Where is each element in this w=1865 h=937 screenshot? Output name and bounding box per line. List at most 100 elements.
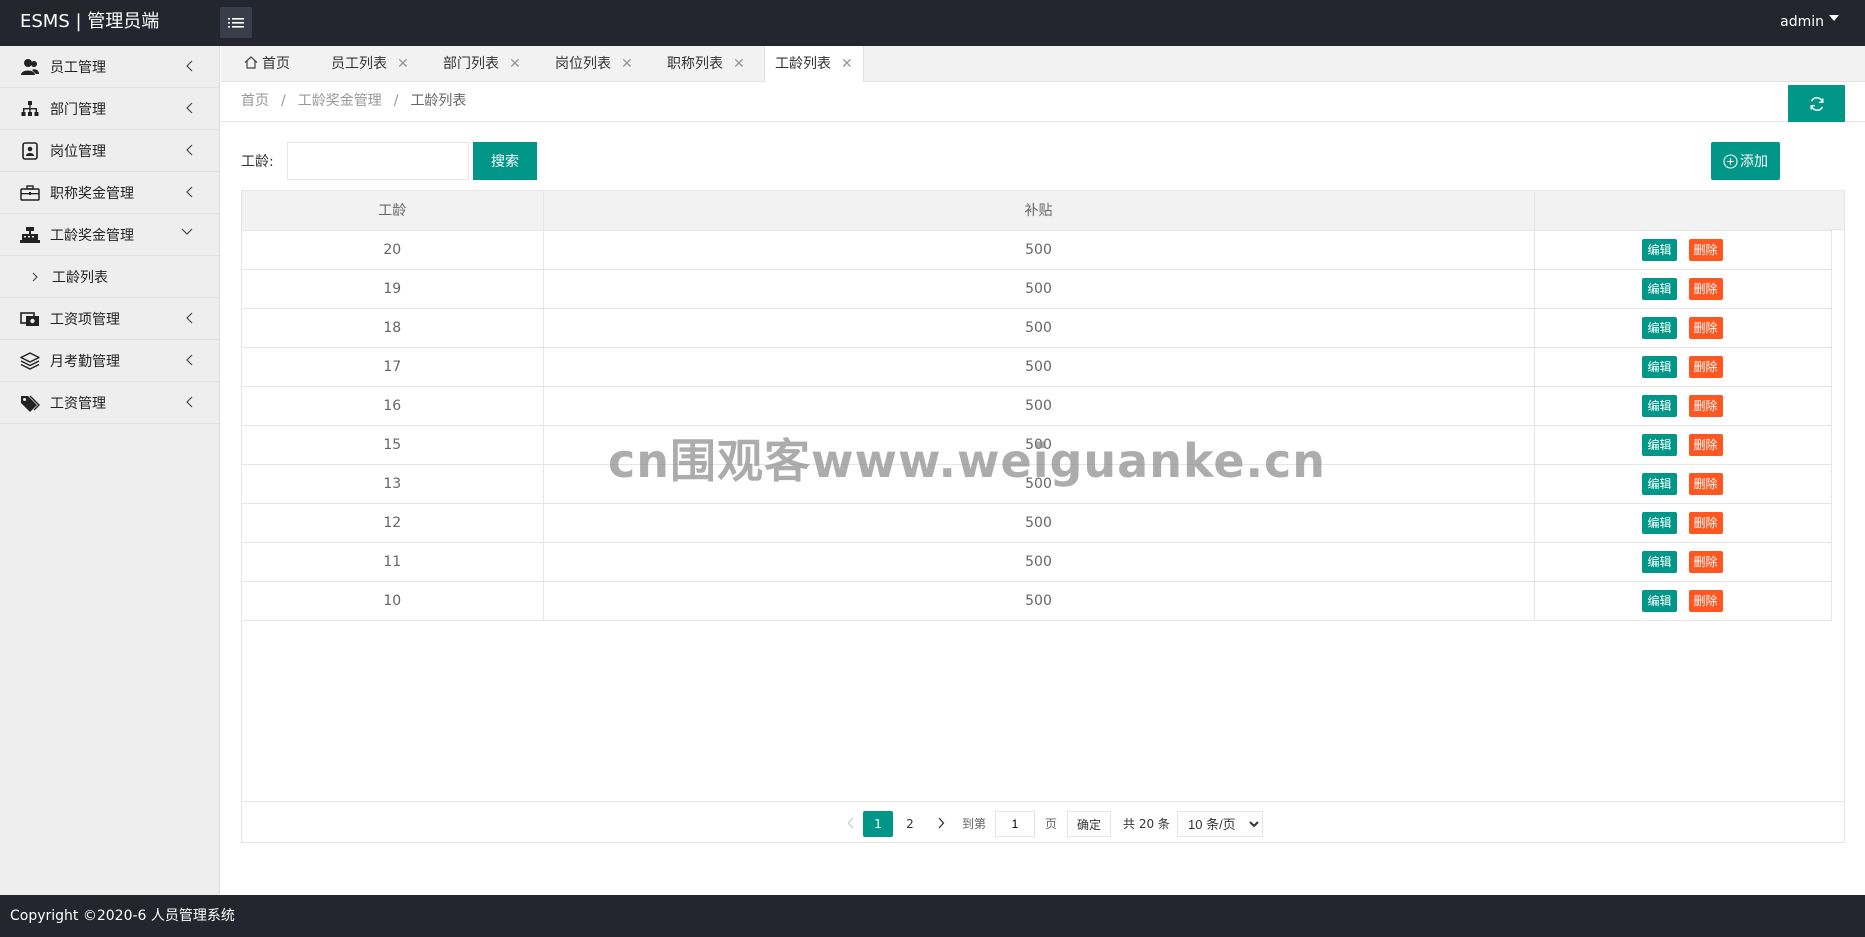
breadcrumb: 首页 / 工龄奖金管理 / 工龄列表 [241, 82, 466, 120]
breadcrumb-separator: / [393, 93, 399, 109]
edit-button[interactable]: 编辑 [1642, 355, 1677, 378]
column-header-subsidy[interactable]: 补贴 [543, 191, 1535, 231]
edit-button[interactable]: 编辑 [1642, 472, 1677, 495]
edit-button[interactable]: 编辑 [1642, 511, 1677, 534]
tab-home[interactable]: 首页 [234, 46, 300, 82]
cell-actions: 编辑 删除 [1534, 425, 1832, 465]
pagination: 1 2 到第 页 确定 共 20 条 10 条/页 [242, 801, 1844, 843]
tab-department-list[interactable]: 部门列表 ✕ [433, 46, 531, 82]
prev-page-button[interactable] [838, 811, 864, 837]
cell-actions: 编辑 删除 [1534, 347, 1832, 387]
close-icon[interactable]: ✕ [733, 46, 745, 82]
cell-actions: 编辑 删除 [1534, 581, 1832, 621]
chevron-left-icon [186, 60, 193, 72]
sidebar-item-title-bonus[interactable]: 职称奖金管理 [0, 172, 219, 214]
seniority-search-input[interactable] [287, 142, 469, 180]
edit-button[interactable]: 编辑 [1642, 316, 1677, 339]
delete-button[interactable]: 删除 [1688, 316, 1723, 339]
sidebar-item-label: 部门管理 [50, 101, 106, 118]
app-brand: ESMS | 管理员端 [20, 11, 160, 32]
chevron-left-icon [186, 186, 193, 198]
next-page-button[interactable] [928, 811, 954, 837]
table-row: 11 500 编辑 删除 [242, 542, 1832, 582]
chevron-left-icon [186, 144, 193, 156]
goto-label: 到第 [962, 817, 987, 831]
delete-button[interactable]: 删除 [1688, 277, 1723, 300]
table-row: 12 500 编辑 删除 [242, 503, 1832, 543]
chevron-left-icon [186, 102, 193, 114]
add-button-label: 添加 [1740, 153, 1768, 169]
table-scroll-gutter [1829, 191, 1844, 230]
list-icon [228, 17, 244, 28]
sidebar-item-seniority-bonus[interactable]: 工龄奖金管理 [0, 214, 219, 256]
sidebar-item-departments[interactable]: 部门管理 [0, 88, 219, 130]
edit-button[interactable]: 编辑 [1642, 550, 1677, 573]
top-header: ESMS | 管理员端 admin [0, 0, 1865, 46]
sidebar-item-attendance[interactable]: 月考勤管理 [0, 340, 219, 382]
total-count: 共 20 条 [1123, 817, 1170, 831]
cell-subsidy: 500 [543, 464, 1535, 504]
column-header-years[interactable]: 工龄 [242, 191, 544, 231]
cell-years: 20 [242, 230, 544, 270]
sidebar-item-label: 工资项管理 [50, 311, 120, 328]
close-icon[interactable]: ✕ [397, 46, 409, 82]
chevron-right-icon [32, 272, 38, 281]
cell-subsidy: 500 [543, 230, 1535, 270]
search-button[interactable]: 搜索 [473, 142, 537, 180]
sidebar: 员工管理 部门管理 岗位管理 职称奖金管理 工龄奖金管理 工龄列表 工资项管理 … [0, 46, 220, 895]
user-name: admin [1780, 14, 1824, 30]
close-icon[interactable]: ✕ [621, 46, 633, 82]
money-icon [20, 309, 40, 329]
chevron-left-icon [186, 354, 193, 366]
chevron-right-icon [938, 817, 945, 829]
data-table: 工龄 补贴 20 500 编辑 删除 19 500 编辑 删除 18 500 编辑删… [242, 191, 1832, 621]
tab-seniority-list[interactable]: 工龄列表 ✕ [764, 46, 864, 83]
goto-confirm-button[interactable]: 确定 [1067, 811, 1112, 837]
edit-button[interactable]: 编辑 [1642, 238, 1677, 261]
sidebar-item-positions[interactable]: 岗位管理 [0, 130, 219, 172]
delete-button[interactable]: 删除 [1688, 550, 1723, 573]
cell-subsidy: 500 [543, 347, 1535, 387]
page-size-select[interactable]: 10 条/页 [1177, 811, 1263, 837]
sidebar-item-employees[interactable]: 员工管理 [0, 46, 219, 88]
delete-button[interactable]: 删除 [1688, 394, 1723, 417]
delete-button[interactable]: 删除 [1688, 472, 1723, 495]
sidebar-subitem-seniority-list[interactable]: 工龄列表 [0, 256, 219, 298]
user-menu[interactable]: admin [1780, 0, 1839, 44]
edit-button[interactable]: 编辑 [1642, 433, 1677, 456]
table-row: 19 500 编辑 删除 [242, 269, 1832, 309]
edit-button[interactable]: 编辑 [1642, 394, 1677, 417]
delete-button[interactable]: 删除 [1688, 355, 1723, 378]
edit-button[interactable]: 编辑 [1642, 589, 1677, 612]
goto-page-input[interactable] [995, 811, 1035, 837]
caret-down-icon [1829, 15, 1839, 21]
table-row: 17 500 编辑 删除 [242, 347, 1832, 387]
edit-button[interactable]: 编辑 [1642, 277, 1677, 300]
page-unit-label: 页 [1045, 817, 1058, 831]
breadcrumb-section[interactable]: 工龄奖金管理 [298, 93, 382, 109]
seniority-table: 工龄 补贴 20 500 编辑 删除 19 500 编辑 删除 18 500 编辑删… [241, 190, 1845, 843]
page-button-current[interactable]: 1 [863, 811, 893, 837]
cell-subsidy: 500 [543, 542, 1535, 582]
sidebar-item-salary-items[interactable]: 工资项管理 [0, 298, 219, 340]
close-icon[interactable]: ✕ [841, 46, 853, 82]
delete-button[interactable]: 删除 [1688, 433, 1723, 456]
cell-subsidy: 500 [543, 503, 1535, 543]
refresh-button[interactable] [1788, 85, 1845, 122]
page-button[interactable]: 2 [897, 811, 923, 837]
sidebar-item-salary[interactable]: 工资管理 [0, 382, 219, 424]
delete-button[interactable]: 删除 [1688, 511, 1723, 534]
tab-label: 部门列表 [443, 56, 499, 72]
delete-button[interactable]: 删除 [1688, 238, 1723, 261]
users-icon [20, 57, 40, 77]
tab-position-list[interactable]: 岗位列表 ✕ [545, 46, 643, 82]
breadcrumb-home[interactable]: 首页 [241, 93, 269, 109]
tab-employee-list[interactable]: 员工列表 ✕ [321, 46, 419, 82]
delete-button[interactable]: 删除 [1688, 589, 1723, 612]
cell-subsidy: 500 [543, 425, 1535, 465]
menu-toggle-button[interactable] [220, 7, 252, 38]
close-icon[interactable]: ✕ [509, 46, 521, 82]
add-button[interactable]: 添加 [1711, 142, 1780, 180]
tab-title-list[interactable]: 职称列表 ✕ [657, 46, 755, 82]
cell-subsidy: 500 [543, 308, 1535, 348]
